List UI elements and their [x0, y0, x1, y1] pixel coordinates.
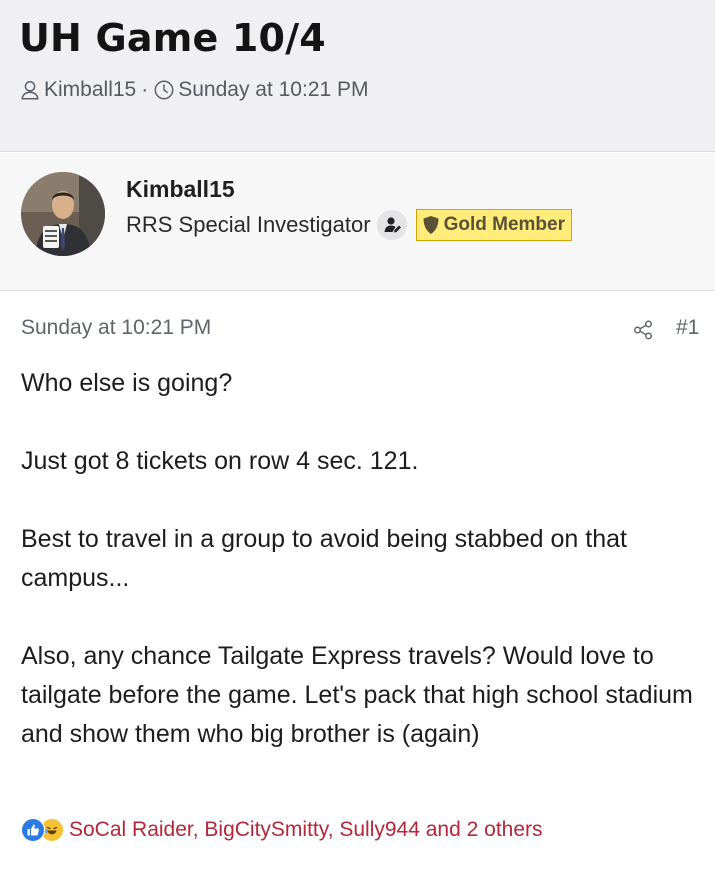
post-author-username[interactable]: Kimball15: [126, 176, 235, 203]
avatar[interactable]: [21, 172, 105, 256]
post: Sunday at 10:21 PM #1 Who else is going?…: [0, 292, 715, 883]
gold-member-badge: Gold Member: [415, 209, 572, 241]
reaction-users-link[interactable]: SoCal Raider, BigCitySmitty, Sully944 an…: [69, 818, 543, 842]
thread-meta: Kimball15 · Sunday at 10:21 PM: [19, 78, 369, 102]
avatar-image: [21, 172, 105, 256]
post-paragraph: Who else is going?: [21, 369, 233, 397]
thread-start-date-link[interactable]: Sunday at 10:21 PM: [178, 78, 368, 102]
like-icon: [21, 818, 45, 842]
post-date-link[interactable]: Sunday at 10:21 PM: [21, 316, 211, 340]
post-number-link[interactable]: #1: [676, 316, 699, 340]
post-paragraph: Also, any chance Tailgate Express travel…: [21, 642, 693, 748]
thread-starter-link[interactable]: Kimball15: [44, 78, 136, 102]
moderator-icon: [376, 210, 407, 240]
meta-separator: ·: [141, 78, 149, 101]
thread-title: UH Game 10/4: [19, 16, 326, 60]
post-paragraph: Best to travel in a group to avoid being…: [21, 525, 627, 592]
reaction-icons[interactable]: [21, 818, 64, 842]
clock-icon: [154, 80, 174, 100]
post-author-block: Kimball15 RRS Special Investigator Gold …: [0, 153, 715, 291]
badge-label: Gold Member: [443, 214, 565, 235]
post-paragraph: Just got 8 tickets on row 4 sec. 121.: [21, 447, 419, 475]
thread-header: UH Game 10/4 Kimball15 · Sunday at 10:21…: [0, 0, 715, 152]
share-icon[interactable]: [632, 319, 654, 341]
post-body: Who else is going? Just got 8 tickets on…: [21, 364, 701, 754]
reactions-bar: SoCal Raider, BigCitySmitty, Sully944 an…: [21, 818, 543, 842]
user-title-row: RRS Special Investigator Gold Member: [126, 209, 572, 241]
user-icon: [21, 81, 39, 100]
shield-icon: [423, 216, 439, 234]
user-title: RRS Special Investigator: [126, 212, 371, 237]
